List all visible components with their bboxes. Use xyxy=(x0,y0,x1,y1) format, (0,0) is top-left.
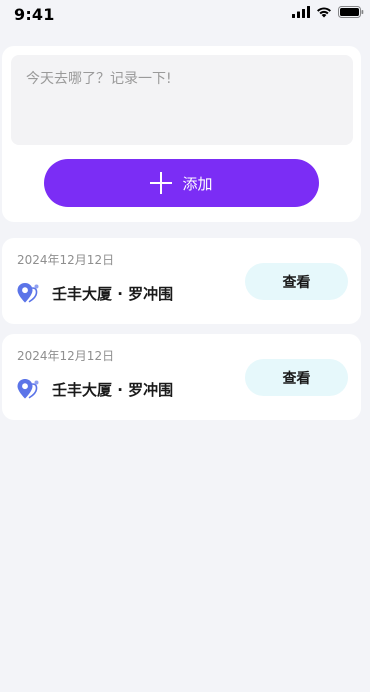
add-button[interactable]: 添加 xyxy=(44,159,319,207)
signal-icon xyxy=(292,6,310,18)
view-button[interactable]: 查看 xyxy=(245,263,348,300)
status-bar: 9:41 xyxy=(0,0,370,30)
wifi-icon xyxy=(317,7,331,18)
add-button-label: 添加 xyxy=(182,174,213,193)
plus-icon xyxy=(150,172,173,194)
record-card: 2024年12月12日 壬丰大厦 · 罗冲围 查看 xyxy=(2,334,361,420)
status-icons xyxy=(292,4,364,20)
record-date: 2024年12月12日 xyxy=(17,253,115,267)
record-location: 壬丰大厦 · 罗冲围 xyxy=(16,282,173,304)
record-card: 2024年12月12日 壬丰大厦 · 罗冲围 查看 xyxy=(2,238,361,324)
record-date: 2024年12月12日 xyxy=(17,349,115,363)
record-location-text: 壬丰大厦 · 罗冲围 xyxy=(52,380,174,399)
location-pin-icon xyxy=(17,379,39,399)
note-input[interactable]: 今天去哪了？记录一下! xyxy=(11,55,353,145)
record-location: 壬丰大厦 · 罗冲围 xyxy=(16,378,173,400)
view-button-label: 查看 xyxy=(282,370,311,387)
view-button[interactable]: 查看 xyxy=(245,359,348,396)
status-time: 9:41 xyxy=(14,5,55,24)
battery-icon xyxy=(338,6,364,18)
view-button-label: 查看 xyxy=(282,274,311,291)
note-input-placeholder: 今天去哪了？记录一下! xyxy=(26,71,172,87)
note-input-card: 今天去哪了？记录一下! 添加 xyxy=(2,46,361,222)
record-location-text: 壬丰大厦 · 罗冲围 xyxy=(52,284,174,303)
location-pin-icon xyxy=(17,283,39,303)
